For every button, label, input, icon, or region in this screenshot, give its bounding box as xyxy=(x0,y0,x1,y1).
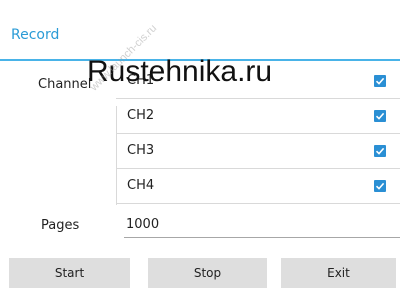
dialog-title: Record xyxy=(11,27,60,43)
start-button[interactable]: Start xyxy=(9,258,130,288)
exit-button[interactable]: Exit xyxy=(281,258,396,288)
checkbox-checked-icon[interactable] xyxy=(374,145,386,157)
pages-input[interactable] xyxy=(124,212,400,238)
channel-label: Channel xyxy=(38,77,92,92)
channel-row-ch4[interactable]: CH4 xyxy=(116,169,400,204)
pages-label: Pages xyxy=(41,218,80,233)
channel-row-ch2[interactable]: CH2 xyxy=(116,99,400,134)
channel-name: CH3 xyxy=(127,143,155,158)
channel-name: CH4 xyxy=(127,178,155,193)
channel-name: CH2 xyxy=(127,108,155,123)
checkbox-checked-icon[interactable] xyxy=(374,110,386,122)
stop-button[interactable]: Stop xyxy=(148,258,267,288)
list-left-border xyxy=(116,106,117,205)
channel-row-ch3[interactable]: CH3 xyxy=(116,134,400,169)
checkbox-checked-icon[interactable] xyxy=(374,180,386,192)
checkbox-checked-icon[interactable] xyxy=(374,75,386,87)
